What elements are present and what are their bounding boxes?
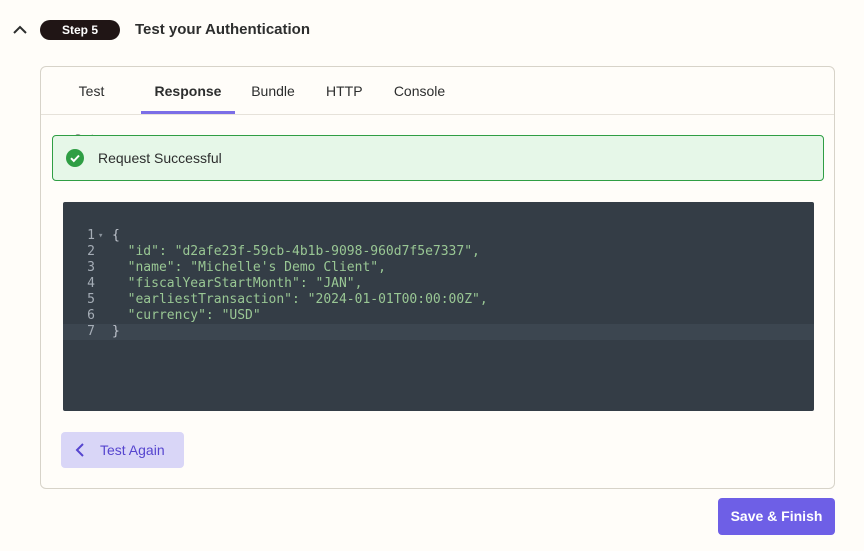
tab-test-setup[interactable]: Test Setup: [59, 67, 124, 147]
line-number: 2: [87, 244, 95, 259]
tab-http[interactable]: HTTP: [326, 67, 363, 114]
line-number: 7: [87, 324, 95, 339]
code-line: 3 "name": "Michelle's Demo Client",: [63, 260, 814, 276]
success-alert: Request Successful: [52, 135, 824, 181]
fold-arrow-icon[interactable]: ▾: [98, 228, 103, 244]
code-text: "name": "Michelle's Demo Client",: [112, 260, 386, 275]
step-header: Step 5 Test your Authentication: [0, 0, 864, 60]
test-again-label: Test Again: [100, 442, 165, 458]
step-badge: Step 5: [40, 20, 120, 40]
code-line: 2 "id": "d2afe23f-59cb-4b1b-9098-960d7f5…: [63, 244, 814, 260]
chevron-up-icon[interactable]: [10, 20, 30, 40]
line-number: 1: [87, 228, 95, 243]
code-line: 5 "earliestTransaction": "2024-01-01T00:…: [63, 292, 814, 308]
code-line: 6 "currency": "USD": [63, 308, 814, 324]
step-title: Test your Authentication: [135, 21, 311, 38]
alert-message: Request Successful: [98, 150, 222, 166]
line-number: 3: [87, 260, 95, 275]
code-line: 4 "fiscalYearStartMonth": "JAN",: [63, 276, 814, 292]
code-line: 1 ▾ {: [63, 228, 814, 244]
active-tab-indicator: [141, 111, 235, 114]
line-number: 5: [87, 292, 95, 307]
test-again-button[interactable]: Test Again: [61, 432, 184, 468]
check-circle-icon: [66, 149, 84, 167]
code-text: {: [112, 228, 120, 243]
response-code-editor[interactable]: 1 ▾ { 2 "id": "d2afe23f-59cb-4b1b-9098-9…: [63, 202, 814, 411]
code-text: "fiscalYearStartMonth": "JAN",: [112, 276, 363, 291]
tab-bar: Test Setup Response Bundle HTTP Console: [41, 67, 834, 147]
save-finish-button[interactable]: Save & Finish: [718, 498, 835, 535]
code-line: 7 }: [63, 324, 814, 340]
code-text: "currency": "USD": [112, 308, 261, 323]
code-text: "id": "d2afe23f-59cb-4b1b-9098-960d7f5e7…: [112, 244, 480, 259]
code-text: }: [112, 324, 120, 339]
line-number: 4: [87, 276, 95, 291]
tab-bundle[interactable]: Bundle: [251, 67, 295, 114]
tab-response[interactable]: Response: [141, 67, 235, 114]
auth-test-panel: Test Setup Response Bundle HTTP Console …: [40, 66, 835, 489]
tab-console[interactable]: Console: [393, 67, 446, 114]
chevron-left-icon: [75, 443, 84, 457]
line-number: 6: [87, 308, 95, 323]
code-text: "earliestTransaction": "2024-01-01T00:00…: [112, 292, 488, 307]
